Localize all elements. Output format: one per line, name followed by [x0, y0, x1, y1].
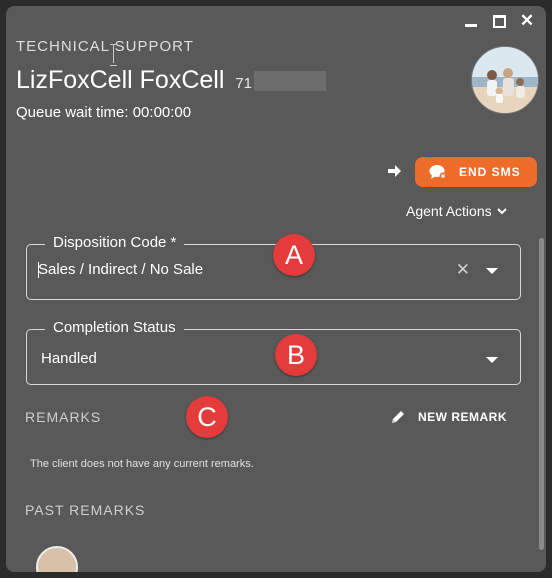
- interaction-window: ✕ TECHNICAL SUPPORT LizFoxCell FoxCell 7…: [6, 6, 546, 572]
- chat-end-icon: [429, 165, 447, 180]
- disposition-code-legend: Disposition Code *: [45, 234, 185, 251]
- queue-label: TECHNICAL SUPPORT: [16, 38, 194, 55]
- agent-actions-label: Agent Actions: [406, 203, 492, 219]
- new-remark-label: NEW REMARK: [418, 410, 507, 424]
- new-remark-button[interactable]: NEW REMARK: [390, 409, 507, 425]
- contact-avatar: [471, 46, 539, 114]
- completion-status-field[interactable]: Completion Status Handled: [26, 319, 521, 385]
- dropdown-arrow-icon[interactable]: [486, 357, 498, 363]
- end-sms-button[interactable]: END SMS: [415, 157, 537, 187]
- contact-name-text: LizFoxCell FoxCell: [16, 66, 225, 94]
- scrollbar[interactable]: [539, 238, 544, 550]
- chevron-down-icon: [496, 208, 507, 215]
- maximize-icon[interactable]: [492, 14, 506, 28]
- annotation-badge-b: B: [275, 334, 317, 376]
- remarks-heading: REMARKS: [25, 409, 102, 425]
- past-remarks-heading: PAST REMARKS: [25, 502, 146, 518]
- agent-actions-menu[interactable]: Agent Actions: [406, 203, 507, 219]
- no-remarks-message: The client does not have any current rem…: [30, 458, 254, 470]
- queue-wait-time: Queue wait time: 00:00:00: [16, 104, 192, 121]
- annotation-badge-c: C: [186, 396, 228, 438]
- clear-icon[interactable]: ✕: [456, 260, 470, 280]
- completion-status-value[interactable]: Handled: [41, 350, 97, 367]
- dropdown-arrow-icon[interactable]: [486, 268, 498, 274]
- window-controls: ✕: [464, 12, 534, 29]
- arrow-right-icon: [388, 165, 401, 177]
- minimize-icon[interactable]: [464, 14, 478, 28]
- contact-number: 71: [235, 75, 253, 92]
- pencil-icon: [392, 411, 404, 423]
- completion-status-legend: Completion Status: [45, 319, 184, 336]
- annotation-badge-a: A: [273, 234, 315, 276]
- contact-name: LizFoxCell FoxCell 71: [16, 66, 327, 95]
- text-cursor-icon: [109, 43, 119, 66]
- past-remark-avatar: [36, 546, 78, 572]
- disposition-code-value[interactable]: Sales / Indirect / No Sale: [38, 261, 203, 278]
- close-icon[interactable]: ✕: [520, 12, 534, 29]
- end-sms-label: END SMS: [459, 165, 521, 179]
- redacted-number: [254, 71, 327, 92]
